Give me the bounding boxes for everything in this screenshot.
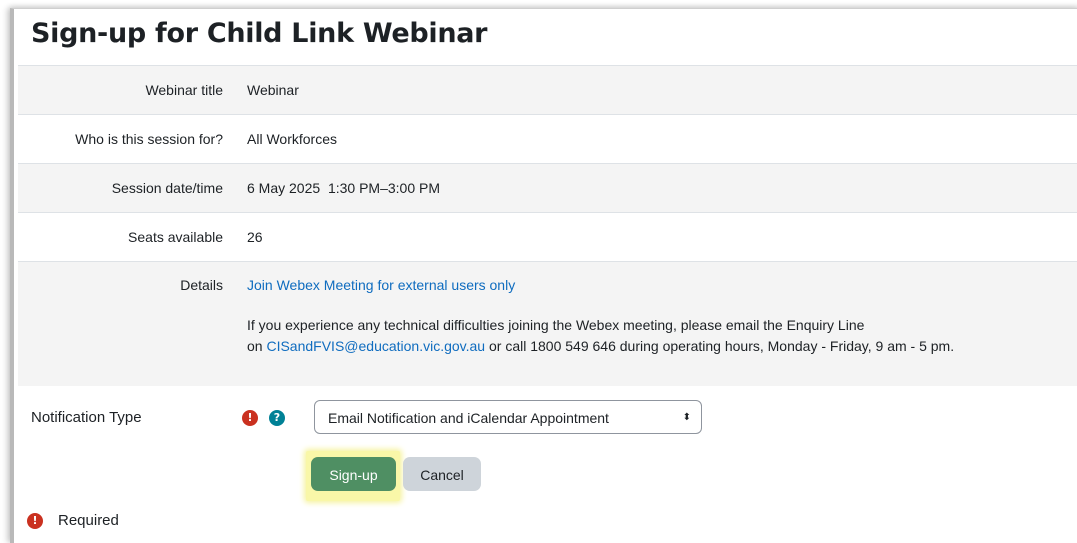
info-label: Seats available	[128, 229, 223, 245]
notification-type-selected: Email Notification and iCalendar Appoint…	[328, 410, 609, 426]
info-row-audience: Who is this session for? All Workforces	[18, 114, 1077, 164]
details-text-on: on	[247, 338, 267, 354]
page-title: Sign-up for Child Link Webinar	[31, 18, 488, 49]
info-label: Who is this session for?	[75, 131, 223, 147]
notification-type-select[interactable]: Email Notification and iCalendar Appoint…	[314, 400, 702, 434]
info-value: All Workforces	[247, 131, 337, 147]
signup-panel: Sign-up for Child Link Webinar Webinar t…	[10, 8, 1077, 543]
cancel-button[interactable]: Cancel	[403, 457, 481, 491]
select-arrows-icon: ⬍	[682, 412, 691, 423]
details-text: If you experience any technical difficul…	[247, 315, 1077, 357]
info-value: 6 May 2025 1:30 PM–3:00 PM	[247, 180, 440, 196]
info-value: Webinar	[247, 82, 299, 98]
webex-meeting-link[interactable]: Join Webex Meeting for external users on…	[247, 277, 515, 293]
signup-button[interactable]: Sign-up	[311, 457, 396, 491]
info-row-seats: Seats available 26	[18, 212, 1077, 262]
info-label: Session date/time	[111, 180, 223, 196]
enquiry-email-link[interactable]: CISandFVIS@education.vic.gov.au	[266, 338, 485, 354]
question-circle-icon[interactable]: ?	[269, 410, 285, 426]
notification-type-label: Notification Type	[31, 409, 142, 426]
info-row-webinar-title: Webinar title Webinar	[18, 65, 1077, 115]
info-label: Webinar title	[145, 82, 223, 98]
notification-type-row: Notification Type ! ? Email Notification…	[18, 400, 1077, 436]
session-info-table: Webinar title Webinar Who is this sessio…	[18, 65, 1077, 386]
exclamation-circle-icon: !	[27, 513, 43, 529]
required-text: Required	[58, 512, 119, 529]
details-text-line1: If you experience any technical difficul…	[247, 317, 865, 333]
info-row-session-datetime: Session date/time 6 May 2025 1:30 PM–3:0…	[18, 163, 1077, 213]
info-value: 26	[247, 229, 263, 245]
info-row-details: Details Join Webex Meeting for external …	[18, 261, 1077, 386]
exclamation-circle-icon: !	[242, 410, 258, 426]
info-label: Details	[180, 277, 223, 293]
details-value: Join Webex Meeting for external users on…	[235, 262, 1077, 386]
details-text-rest: or call 1800 549 646 during operating ho…	[485, 338, 955, 354]
